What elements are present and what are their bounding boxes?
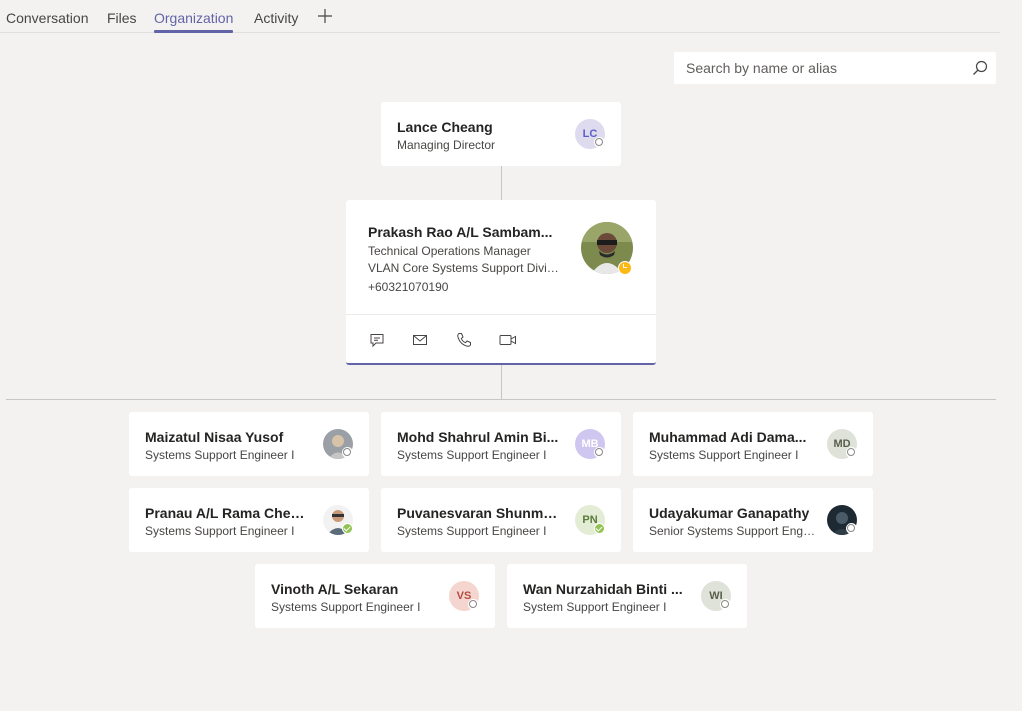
mail-icon[interactable] <box>412 332 428 348</box>
manager-card[interactable]: Lance Cheang Managing Director LC <box>381 102 621 166</box>
search-box <box>674 52 996 84</box>
focus-person-card[interactable]: Prakash Rao A/L Sambam... Technical Oper… <box>346 200 656 365</box>
tab-conversation[interactable]: Conversation <box>6 10 89 26</box>
phone-icon[interactable] <box>456 332 472 348</box>
chat-icon[interactable] <box>369 332 385 348</box>
direct-report-card[interactable]: Muhammad Adi Dama... Systems Support Eng… <box>633 412 873 476</box>
report-title: Systems Support Engineer I <box>397 448 547 462</box>
direct-report-card[interactable]: Mohd Shahrul Amin Bi... Systems Support … <box>381 412 621 476</box>
card-divider <box>346 314 656 315</box>
report-name: Vinoth A/L Sekaran <box>271 581 399 597</box>
tab-organization[interactable]: Organization <box>154 10 234 33</box>
presence-available-icon <box>342 523 353 534</box>
video-call-icon[interactable] <box>499 332 516 348</box>
report-name: Puvanesvaran Shunmu... <box>397 505 562 521</box>
report-name: Wan Nurzahidah Binti ... <box>523 581 683 597</box>
tab-activity[interactable]: Activity <box>254 10 298 26</box>
report-title: Systems Support Engineer I <box>271 600 421 614</box>
report-name: Maizatul Nisaa Yusof <box>145 429 284 445</box>
report-title: Systems Support Engineer I <box>145 524 295 538</box>
manager-name: Lance Cheang <box>397 119 493 135</box>
presence-offline-icon <box>468 599 479 610</box>
presence-offline-icon <box>720 599 731 610</box>
presence-offline-icon <box>594 447 605 458</box>
report-title: Systems Support Engineer I <box>145 448 295 462</box>
report-title: Senior Systems Support Engin... <box>649 524 817 538</box>
report-title: System Support Engineer I <box>523 600 667 614</box>
presence-offline-icon <box>846 523 857 534</box>
presence-offline-icon <box>594 137 605 148</box>
direct-report-card[interactable]: Wan Nurzahidah Binti ... System Support … <box>507 564 747 628</box>
focus-department: VLAN Core Systems Support Divis... <box>368 261 560 275</box>
connector-line <box>501 166 502 200</box>
search-input[interactable] <box>674 52 964 84</box>
presence-offline-icon <box>846 447 857 458</box>
search-icon[interactable] <box>972 60 988 76</box>
direct-report-card[interactable]: Pranau A/L Rama Chen... Systems Support … <box>129 488 369 552</box>
direct-report-card[interactable]: Maizatul Nisaa Yusof Systems Support Eng… <box>129 412 369 476</box>
divider-line <box>6 399 996 400</box>
focus-name: Prakash Rao A/L Sambam... <box>368 224 553 240</box>
report-name: Pranau A/L Rama Chen... <box>145 505 310 521</box>
direct-report-card[interactable]: Vinoth A/L Sekaran Systems Support Engin… <box>255 564 495 628</box>
presence-offline-icon <box>342 447 353 458</box>
direct-report-card[interactable]: Puvanesvaran Shunmu... Systems Support E… <box>381 488 621 552</box>
add-tab-icon[interactable] <box>317 7 333 25</box>
report-name: Mohd Shahrul Amin Bi... <box>397 429 559 445</box>
presence-available-icon <box>594 523 605 534</box>
report-name: Muhammad Adi Dama... <box>649 429 807 445</box>
report-name: Udayakumar Ganapathy <box>649 505 810 521</box>
connector-line <box>501 365 502 400</box>
tab-files[interactable]: Files <box>107 10 137 26</box>
tab-bar: Conversation Files Organization Activity <box>0 0 1000 33</box>
focus-phone: +60321070190 <box>368 280 449 294</box>
report-title: Systems Support Engineer I <box>649 448 799 462</box>
manager-title: Managing Director <box>397 138 496 152</box>
report-title: Systems Support Engineer I <box>397 524 547 538</box>
presence-away-icon <box>618 261 632 275</box>
direct-report-card[interactable]: Udayakumar Ganapathy Senior Systems Supp… <box>633 488 873 552</box>
focus-title: Technical Operations Manager <box>368 244 531 258</box>
